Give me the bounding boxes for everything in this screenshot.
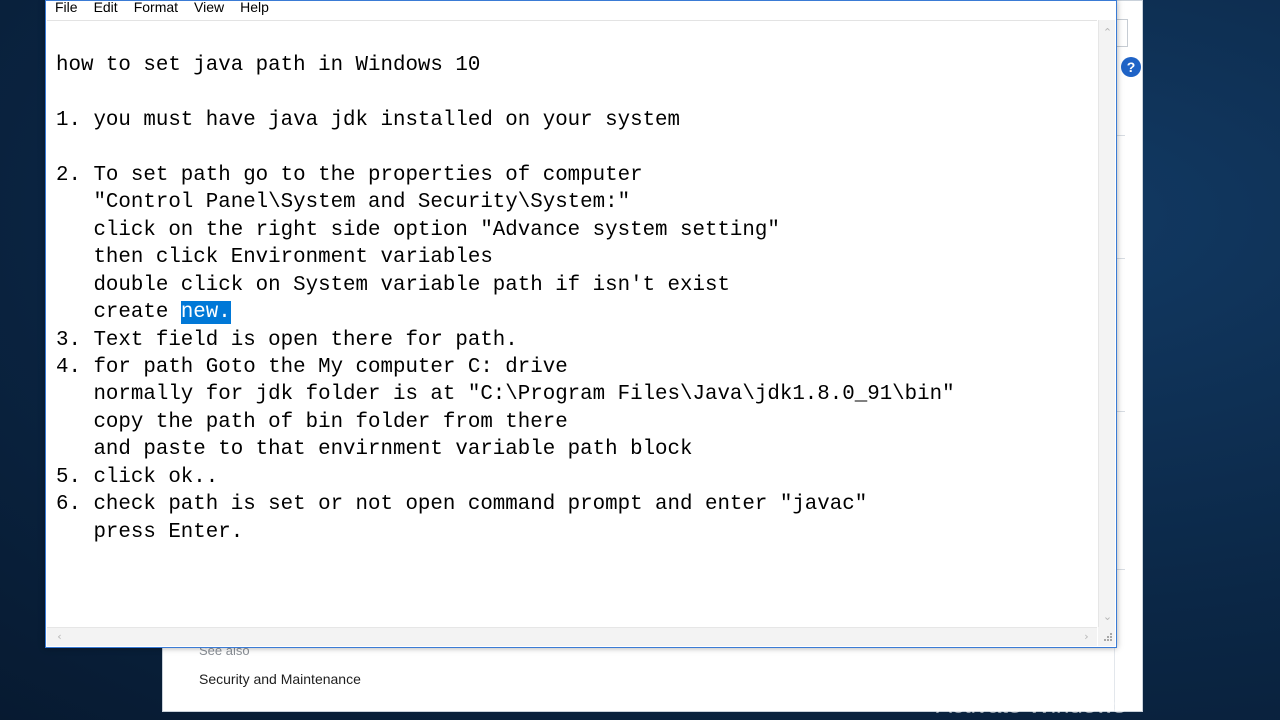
control-panel-right-edge — [1114, 1, 1142, 711]
resize-grip-icon[interactable] — [1098, 627, 1115, 646]
horizontal-scrollbar[interactable]: ‹ › — [47, 627, 1097, 646]
menu-file[interactable]: File — [46, 0, 86, 15]
help-icon[interactable]: ? — [1121, 57, 1141, 77]
vertical-scrollbar[interactable]: ⌃ ⌄ — [1098, 20, 1115, 627]
text-after-selection: 3. Text field is open there for path. 4.… — [56, 328, 955, 544]
text-before-selection: how to set java path in Windows 10 1. yo… — [56, 54, 780, 325]
menu-bar: File Edit Format View Help — [46, 0, 1116, 19]
menu-help[interactable]: Help — [232, 0, 277, 15]
scroll-up-arrow-icon[interactable]: ⌃ — [1099, 24, 1116, 41]
notepad-window: File Edit Format View Help how to set ja… — [45, 0, 1117, 648]
scroll-left-arrow-icon[interactable]: ‹ — [51, 628, 68, 645]
scroll-down-arrow-icon[interactable]: ⌄ — [1099, 608, 1116, 625]
menu-view[interactable]: View — [186, 0, 232, 15]
selected-text: new. — [180, 301, 231, 325]
menu-edit[interactable]: Edit — [86, 0, 126, 15]
document-text[interactable]: how to set java path in Windows 10 1. yo… — [56, 52, 955, 546]
menu-format[interactable]: Format — [126, 0, 186, 15]
security-maintenance-link[interactable]: Security and Maintenance — [199, 671, 361, 687]
scroll-right-arrow-icon[interactable]: › — [1078, 628, 1095, 645]
activate-windows-watermark: Activate Windows — [936, 692, 1126, 719]
text-editor[interactable]: how to set java path in Windows 10 1. yo… — [47, 20, 1097, 628]
